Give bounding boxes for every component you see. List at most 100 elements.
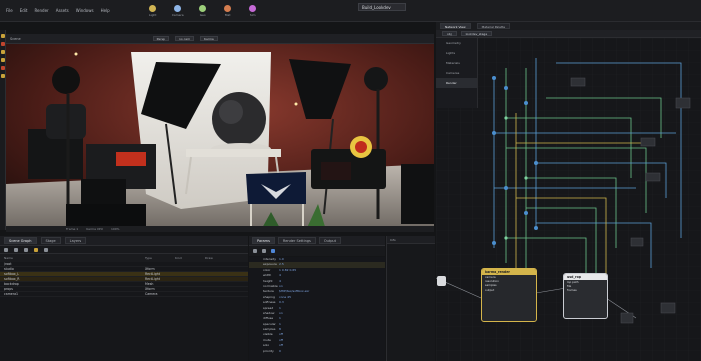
param-label: solo [263,343,270,348]
network-side-menu: Geometry Lights Materials Cameras Render [436,38,478,108]
param-value[interactable]: 1 [279,322,281,327]
pin-icon[interactable] [34,247,38,252]
tab-scene-graph[interactable]: Scene Graph [4,237,37,244]
move-tool-icon[interactable] [0,42,5,46]
param-value[interactable]: 1 0.82 0.65 [279,268,296,273]
node-param: output [485,287,495,292]
param-value[interactable]: 4 [279,279,281,284]
frame-readout: Frame 1 [66,227,79,231]
param-label: width [263,273,272,278]
shelf-tool-mat[interactable]: Mat [219,3,237,19]
geo-icon [199,4,207,12]
shelf-tool-light[interactable]: Light [144,3,162,19]
col-type[interactable]: Type [145,256,152,260]
side-item-cameras[interactable]: Cameras [436,68,477,78]
menu-help[interactable]: Help [101,8,110,13]
info-pane: Info [386,236,435,361]
collapse-icon[interactable] [24,247,28,252]
camera-menu[interactable]: no cam [174,36,195,41]
menu-edit[interactable]: Edit [20,8,28,13]
shelf-tool-sim[interactable]: Sim [244,3,262,19]
param-value[interactable]: off [279,338,283,343]
param-value[interactable]: 0 [279,349,281,354]
param-value[interactable]: 8 [279,327,281,332]
shelf-tool-camera[interactable]: Camera [169,3,187,19]
path-obj[interactable]: obj [442,31,457,36]
light-icon [149,4,157,12]
help-icon[interactable] [262,249,266,253]
tree-row[interactable]: camera1 Camera [0,292,248,297]
param-value[interactable]: 1.0 [279,257,284,262]
menu-windows[interactable]: Windows [76,8,94,13]
param-row[interactable]: priority 0 [249,349,385,354]
param-value[interactable]: 1 [279,306,281,311]
param-value[interactable]: off [279,343,283,348]
scene-graph-toolbar [0,246,248,254]
param-label: exposure [263,262,277,267]
3d-viewport[interactable] [6,44,434,230]
gear-icon[interactable] [253,249,257,253]
node-karma-render[interactable]: karma_render camera resolution samples o… [481,268,537,322]
menu-render[interactable]: Render [34,8,48,13]
tab-network-view[interactable]: Network View [440,23,471,29]
param-value[interactable]: 1 [279,316,281,321]
tab-layers[interactable]: Layers [64,237,87,244]
search-icon[interactable] [44,247,48,252]
input-node[interactable] [437,276,446,286]
shelf-tool-geo[interactable]: Geo [194,3,212,19]
param-value[interactable]: on [279,311,283,316]
params-tabs: Params Render Settings Output [249,236,385,246]
col-kind[interactable]: Kind [175,256,182,260]
sim-icon [249,4,257,12]
param-label: samples [263,327,276,332]
param-value[interactable]: on [279,284,283,289]
side-item-geometry[interactable]: Geometry [436,38,477,48]
param-value[interactable]: off [279,332,283,337]
tree-row-name: camera1 [4,292,19,296]
menu-file[interactable]: File [6,8,13,13]
scene-graph-columns: Name Type Kind Draw [0,254,248,262]
node-usd-rop[interactable]: usd_rop lop path file frames [563,273,608,319]
rotate-tool-icon[interactable] [0,50,5,54]
col-draw[interactable]: Draw [205,256,213,260]
link-icon[interactable] [271,249,275,253]
scale-tool-icon[interactable] [0,58,5,62]
params-toolbar [249,246,385,256]
param-label: shaping [263,294,275,299]
param-label: spread [263,305,274,310]
param-label: texture [263,289,274,294]
scene-graph-tabs: Scene Graph Stage Layers [0,236,248,246]
viewport-footer: Frame 1 Karma XPU 100% [6,226,434,232]
param-value[interactable]: cone 45 [279,295,291,300]
param-label: priority [263,348,274,353]
tab-render-settings[interactable]: Render Settings [277,237,316,244]
path-stage[interactable]: lookdev_stage [460,31,493,36]
network-tab-bar: Network View Material Palette [436,22,701,30]
select-tool-icon[interactable] [0,34,5,38]
param-label: height [263,278,273,283]
filter-icon[interactable] [4,247,8,252]
menu-assets[interactable]: Assets [56,8,69,13]
display-menu[interactable]: Karma [200,36,218,41]
tab-output[interactable]: Output [318,237,342,244]
handle-tool-icon[interactable] [0,66,5,70]
tab-material-palette[interactable]: Material Palette [476,23,511,29]
network-path-bar: obj lookdev_stage [436,30,701,38]
tab-stage[interactable]: Stage [40,237,61,244]
param-value[interactable]: 0.3 [279,300,284,305]
side-item-render[interactable]: Render [436,78,477,88]
param-value[interactable]: 2.5 [279,262,284,267]
side-item-materials[interactable]: Materials [436,58,477,68]
persp-menu[interactable]: Persp [152,36,169,41]
expand-icon[interactable] [14,247,18,252]
side-item-lights[interactable]: Lights [436,48,477,58]
view-tool-icon[interactable] [0,74,5,78]
tree-row-type: Camera [145,292,158,296]
tab-params[interactable]: Params [252,237,275,244]
desktop-selector[interactable]: Build_Lookdev [358,3,406,11]
param-label: softness [263,300,276,305]
camera-icon [174,4,182,12]
param-value[interactable]: 4 [279,273,281,278]
col-name[interactable]: Name [4,256,13,260]
param-value[interactable]: $HIP/tex/softbox.exr [279,289,309,294]
